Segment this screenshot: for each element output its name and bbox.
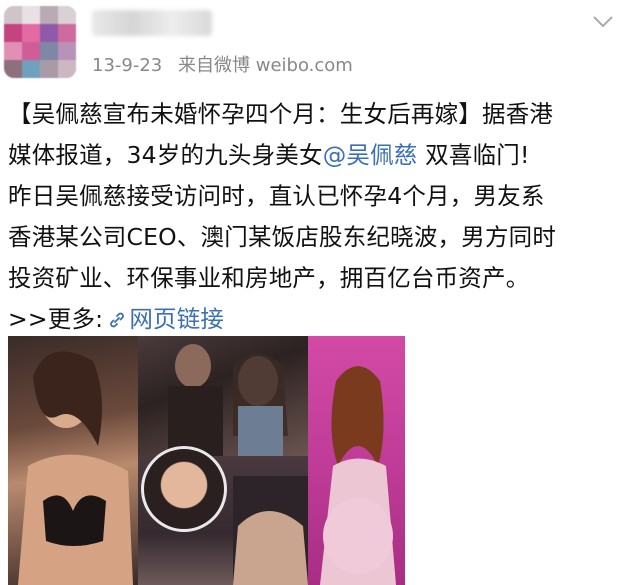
post-line-2-tail: 双喜临门!	[417, 141, 530, 169]
image-panel-right	[308, 336, 405, 585]
image-panel-left	[8, 336, 138, 585]
web-link-label: 网页链接	[129, 305, 225, 333]
post-timestamp: 13-9-23	[92, 55, 163, 76]
post-line-1: 【吴佩慈宣布未婚怀孕四个月：生女后再嫁】据香港	[8, 100, 554, 128]
post-body: 【吴佩慈宣布未婚怀孕四个月：生女后再嫁】据香港 媒体报道，34岁的九头身美女@吴…	[8, 94, 620, 340]
post-line-4: 香港某公司CEO、澳门某饭店股东纪晓波，男方同时	[8, 223, 557, 251]
post-line-2-text: 媒体报道，34岁的九头身美女	[8, 141, 323, 169]
avatar[interactable]	[4, 6, 76, 78]
post-line-5: 投资矿业、环保事业和房地产，拥百亿台币资产。	[8, 264, 530, 292]
mention-link[interactable]: @吴佩慈	[323, 141, 418, 169]
web-link[interactable]: 网页链接	[103, 305, 224, 333]
post-meta: 13-9-23 来自微博 weibo.com	[92, 51, 363, 77]
post-source[interactable]: 来自微博 weibo.com	[178, 55, 353, 76]
image-panel-top	[138, 336, 308, 456]
more-prefix: >>更多:	[8, 305, 104, 333]
post-line-2: 媒体报道，34岁的九头身美女@吴佩慈 双喜临门!	[8, 135, 620, 176]
link-icon	[110, 312, 125, 328]
chevron-down-icon[interactable]	[588, 12, 618, 32]
post-line-3: 昨日吴佩慈接受访问时，直认已怀孕4个月，男友系	[8, 182, 545, 210]
more-row: >>更多: 网页链接	[8, 299, 620, 340]
inset-portrait	[141, 446, 227, 532]
username-blurred[interactable]	[92, 10, 212, 36]
post-image[interactable]	[8, 336, 405, 585]
